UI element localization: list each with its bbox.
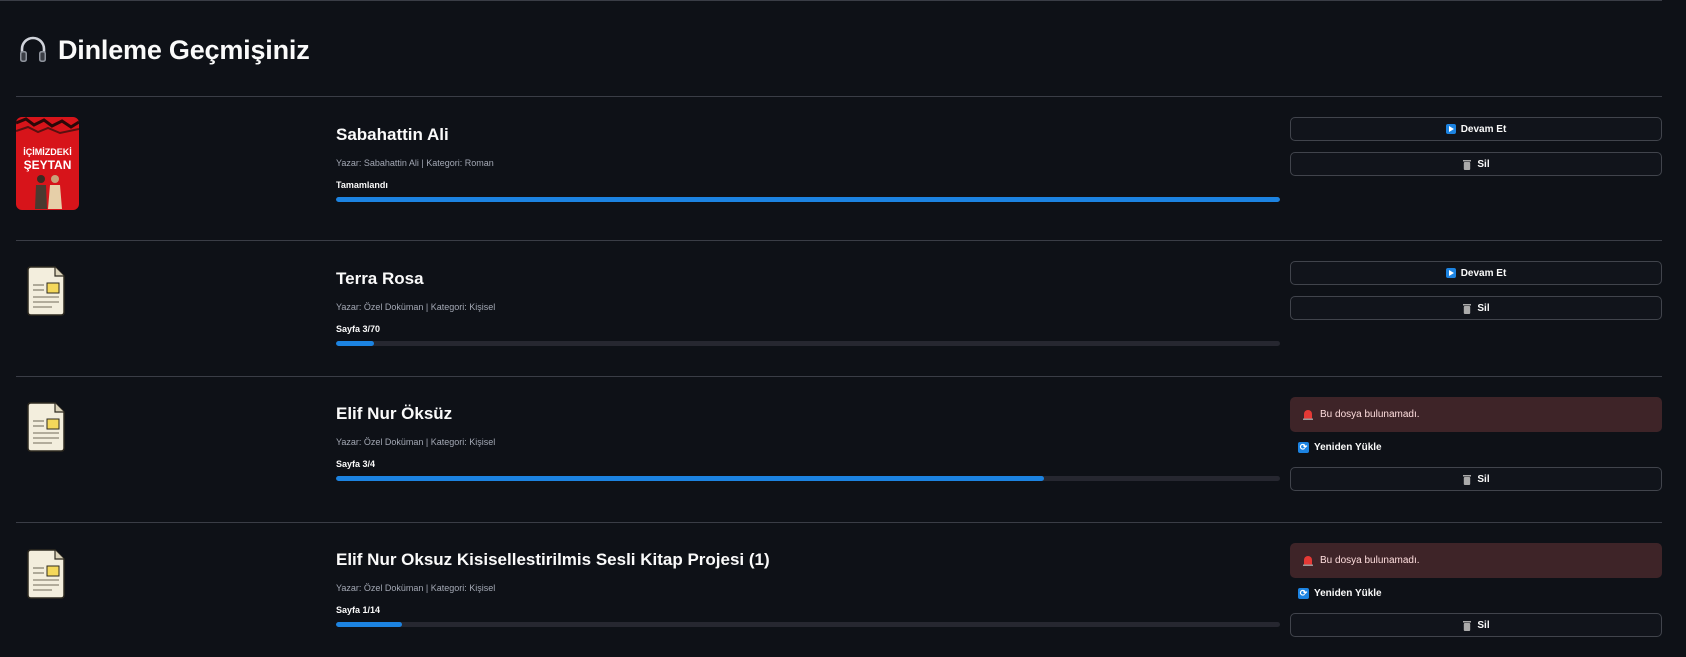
item-meta: Yazar: Özel Doküman | Kategori: Kişisel [336, 437, 496, 447]
delete-button[interactable]: Sil [1290, 613, 1662, 637]
reload-label: Yeniden Yükle [1314, 588, 1382, 599]
reload-label: Yeniden Yükle [1314, 442, 1382, 453]
reload-button[interactable]: ⟳ Yeniden Yükle [1298, 442, 1382, 453]
item-title: Elif Nur Öksüz [336, 404, 453, 423]
play-icon [1445, 124, 1456, 134]
trash-icon [1463, 159, 1472, 170]
progress-bar [336, 622, 1280, 627]
item-status: Sayfa 3/70 [336, 324, 381, 334]
item-status: Sayfa 1/14 [336, 605, 381, 615]
divider [16, 96, 1662, 97]
item-meta: Yazar: Özel Doküman | Kategori: Kişisel [336, 302, 496, 312]
document-icon [27, 266, 65, 316]
refresh-icon: ⟳ [1298, 442, 1309, 453]
page-title: Dinleme Geçmişiniz [18, 30, 310, 70]
siren-icon [1303, 556, 1313, 566]
item-meta: Yazar: Özel Doküman | Kategori: Kişisel [336, 583, 496, 593]
continue-button[interactable]: Devam Et [1290, 261, 1662, 285]
document-icon [27, 402, 65, 452]
error-text: Bu dosya bulunamadı. [1320, 555, 1420, 566]
delete-button[interactable]: Sil [1290, 152, 1662, 176]
delete-label: Sil [1477, 302, 1490, 314]
cover-title-line1: İÇİMİZDEKİ [23, 147, 72, 157]
item-title: Terra Rosa [336, 269, 424, 288]
delete-button[interactable]: Sil [1290, 296, 1662, 320]
headphones-icon [20, 36, 46, 62]
continue-label: Devam Et [1460, 123, 1507, 135]
top-divider [0, 0, 1662, 1]
delete-label: Sil [1477, 158, 1490, 170]
book-cover: İÇİMİZDEKİ ŞEYTAN [16, 117, 79, 210]
progress-fill [336, 476, 1044, 481]
divider [16, 240, 1662, 241]
refresh-icon: ⟳ [1298, 588, 1309, 599]
delete-button[interactable]: Sil [1290, 467, 1662, 491]
cover-title-line2: ŞEYTAN [24, 158, 72, 172]
continue-button[interactable]: Devam Et [1290, 117, 1662, 141]
progress-fill [336, 622, 403, 627]
progress-bar [336, 476, 1280, 481]
error-text: Bu dosya bulunamadı. [1320, 409, 1420, 420]
divider [16, 376, 1662, 377]
document-icon [27, 549, 65, 599]
progress-bar [336, 341, 1280, 346]
delete-label: Sil [1477, 473, 1490, 485]
item-status: Sayfa 3/4 [336, 459, 376, 469]
trash-icon [1463, 303, 1472, 314]
progress-bar [336, 197, 1280, 202]
trash-icon [1463, 474, 1472, 485]
progress-fill [336, 197, 1280, 202]
siren-icon [1303, 410, 1313, 420]
continue-label: Devam Et [1460, 267, 1507, 279]
error-alert: Bu dosya bulunamadı. [1290, 397, 1662, 432]
delete-label: Sil [1477, 619, 1490, 631]
reload-button[interactable]: ⟳ Yeniden Yükle [1298, 588, 1382, 599]
item-title: Elif Nur Oksuz Kisisellestirilmis Sesli … [336, 550, 770, 569]
error-alert: Bu dosya bulunamadı. [1290, 543, 1662, 578]
item-status: Tamamlandı [336, 180, 388, 190]
item-meta: Yazar: Sabahattin Ali | Kategori: Roman [336, 158, 494, 168]
play-icon [1445, 268, 1456, 278]
page-title-text: Dinleme Geçmişiniz [58, 34, 310, 65]
item-title: Sabahattin Ali [336, 125, 449, 144]
divider [16, 522, 1662, 523]
progress-fill [336, 341, 374, 346]
trash-icon [1463, 620, 1472, 631]
